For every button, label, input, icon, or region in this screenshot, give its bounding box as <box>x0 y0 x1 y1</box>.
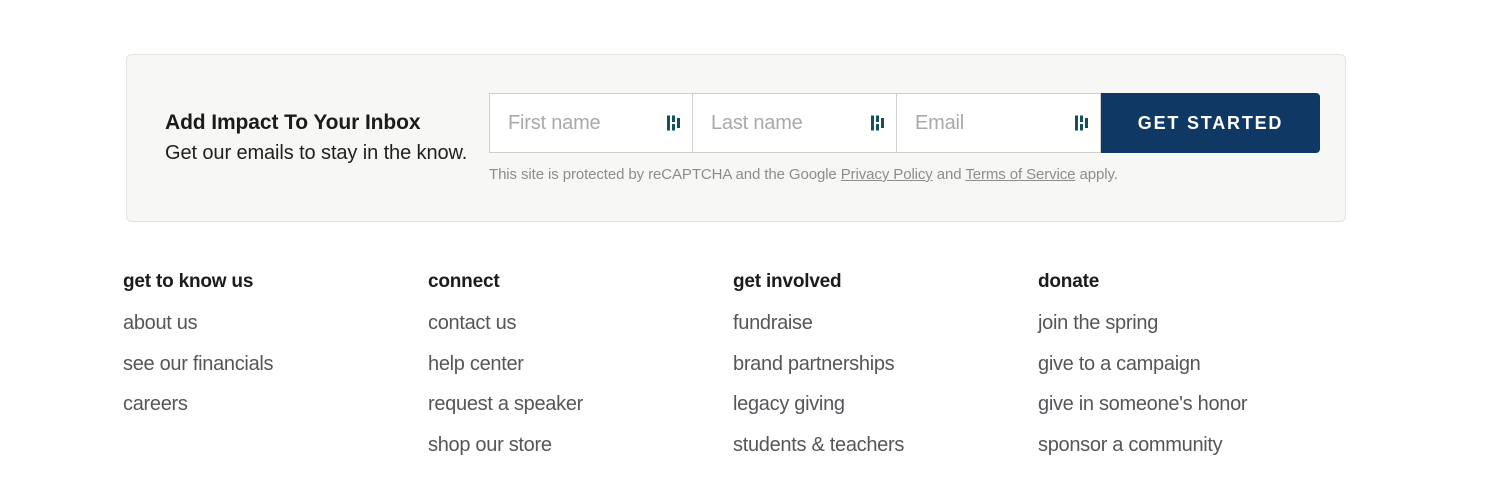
first-name-field[interactable] <box>489 93 693 153</box>
footer-link-careers[interactable]: careers <box>123 394 428 414</box>
recaptcha-middle-text: and <box>932 166 966 183</box>
footer-link-shop-our-store[interactable]: shop our store <box>428 435 733 455</box>
footer-heading-donate: donate <box>1038 271 1100 292</box>
newsletter-form: GET STARTED <box>489 93 1320 153</box>
footer-link-join-the-spring[interactable]: join the spring <box>1038 313 1343 333</box>
footer-heading-connect: connect <box>428 271 500 292</box>
footer-link-help-center[interactable]: help center <box>428 354 733 374</box>
footer-link-contact-us[interactable]: contact us <box>428 313 733 333</box>
footer-link-legacy-giving[interactable]: legacy giving <box>733 394 1038 414</box>
first-name-input[interactable] <box>490 94 692 152</box>
newsletter-signup-inner: Add Impact To Your Inbox Get our emails … <box>127 55 1345 221</box>
recaptcha-tail-text: apply. <box>1075 166 1118 183</box>
email-input[interactable] <box>897 94 1100 152</box>
footer-link-give-to-a-campaign[interactable]: give to a campaign <box>1038 354 1343 374</box>
footer-link-see-our-financials[interactable]: see our financials <box>123 354 428 374</box>
footer-column-get-involved: get involved fundraise brand partnership… <box>733 272 1038 455</box>
footer-page: Add Impact To Your Inbox Get our emails … <box>0 0 1500 503</box>
footer-column-get-to-know-us: get to know us about us see our financia… <box>123 272 428 455</box>
newsletter-copy: Add Impact To Your Inbox Get our emails … <box>165 110 505 166</box>
footer-column-connect: connect contact us help center request a… <box>428 272 733 455</box>
footer-link-fundraise[interactable]: fundraise <box>733 313 1038 333</box>
terms-of-service-link[interactable]: Terms of Service <box>965 166 1075 183</box>
newsletter-subtitle: Get our emails to stay in the know. <box>165 141 468 164</box>
footer-link-students-and-teachers[interactable]: students & teachers <box>733 435 1038 455</box>
footer-link-give-in-someones-honor[interactable]: give in someone's honor <box>1038 394 1343 414</box>
footer-link-columns: get to know us about us see our financia… <box>123 272 1343 455</box>
recaptcha-lead-text: This site is protected by reCAPTCHA and … <box>489 166 841 183</box>
footer-link-about-us[interactable]: about us <box>123 313 428 333</box>
recaptcha-disclaimer: This site is protected by reCAPTCHA and … <box>489 166 1118 183</box>
get-started-button[interactable]: GET STARTED <box>1101 93 1320 153</box>
footer-heading-get-involved: get involved <box>733 271 842 292</box>
footer-link-sponsor-a-community[interactable]: sponsor a community <box>1038 435 1343 455</box>
last-name-field[interactable] <box>693 93 897 153</box>
newsletter-title: Add Impact To Your Inbox <box>165 111 421 134</box>
footer-link-brand-partnerships[interactable]: brand partnerships <box>733 354 1038 374</box>
last-name-input[interactable] <box>693 94 896 152</box>
privacy-policy-link[interactable]: Privacy Policy <box>841 166 933 183</box>
footer-link-request-a-speaker[interactable]: request a speaker <box>428 394 733 414</box>
newsletter-signup-card: Add Impact To Your Inbox Get our emails … <box>126 54 1346 222</box>
footer-heading-get-to-know-us: get to know us <box>123 271 254 292</box>
footer-column-donate: donate join the spring give to a campaig… <box>1038 272 1343 455</box>
email-field[interactable] <box>897 93 1101 153</box>
